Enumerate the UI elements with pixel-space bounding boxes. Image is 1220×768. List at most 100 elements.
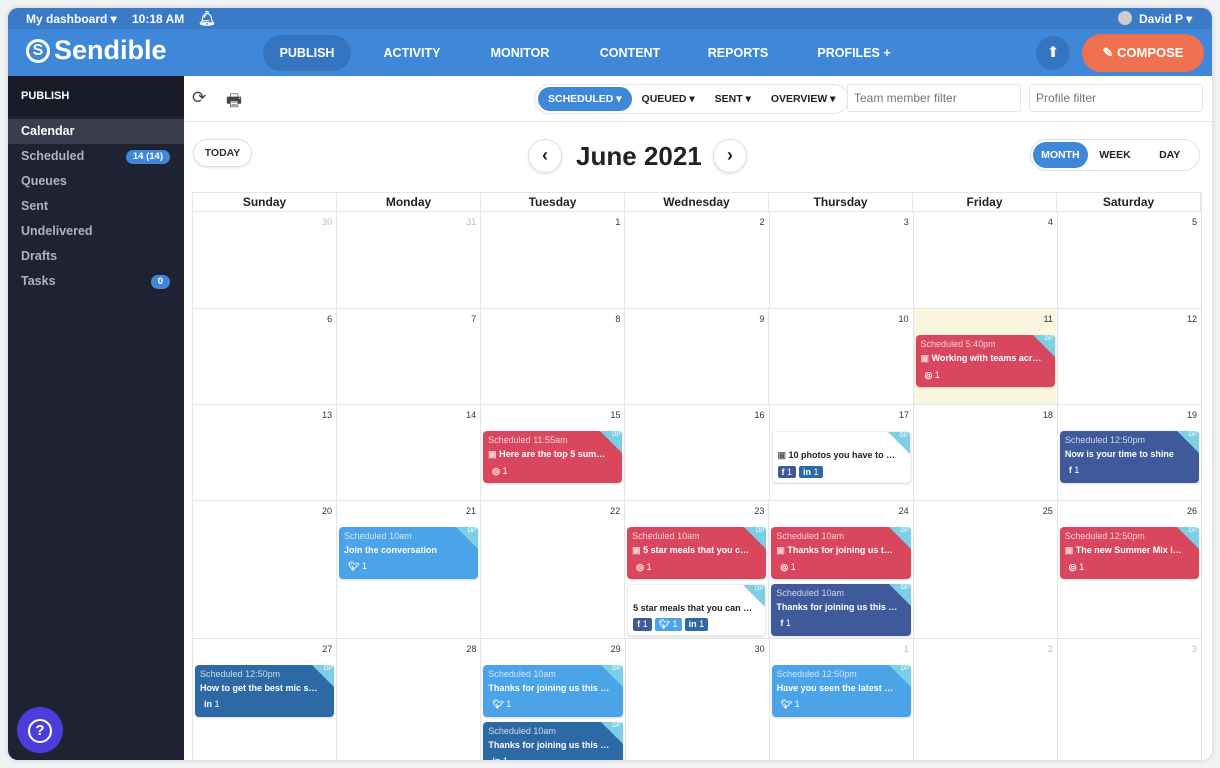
day-cell[interactable]: 25 (913, 501, 1058, 639)
day-number: 22 (610, 506, 621, 516)
day-cell[interactable]: 22 (481, 501, 626, 639)
scheduled-post[interactable]: DP Scheduled 10am Thanks for joining us th… (483, 665, 623, 717)
view-day[interactable]: DAY (1142, 142, 1197, 168)
bell-icon[interactable]: 🔔︎ (198, 10, 216, 27)
day-cell[interactable]: 29 DP Scheduled 10am Thanks for joining us … (481, 639, 626, 760)
scheduled-post[interactable]: DP 5 star meals that you can ma... f 1 🐦︎ 1… (627, 584, 767, 636)
scheduled-post[interactable]: DP Scheduled 12:50pm Have you seen the lat… (771, 665, 911, 717)
day-cell[interactable]: 19 DP Scheduled 12:50pm Now is your time to… (1057, 405, 1202, 501)
day-number: 21 (466, 506, 477, 516)
prev-month-button[interactable]: ‹ (528, 139, 562, 173)
nav-profiles[interactable]: PROFILES + (804, 35, 904, 71)
help-button[interactable]: ? (17, 707, 63, 753)
day-cell[interactable]: 15 DP Scheduled 11:55am ▣ Here are the top … (481, 405, 626, 501)
nav-content[interactable]: CONTENT (586, 35, 674, 71)
post-time: 12:50pm (1109, 435, 1145, 445)
day-number: 23 (754, 506, 765, 516)
day-cell[interactable]: 10 (769, 309, 914, 405)
scheduled-post[interactable]: DP Scheduled 12:50pm Now is your time to s… (1059, 431, 1199, 483)
day-cell[interactable]: 5 (1057, 212, 1202, 309)
avatar[interactable] (1118, 11, 1132, 25)
day-cell[interactable]: 26 DP Scheduled 12:50pm ▣ The new Summer Mi… (1057, 501, 1203, 639)
day-cell[interactable]: 8 (481, 309, 626, 405)
day-cell[interactable]: 3 (769, 212, 914, 309)
day-cell[interactable]: 11 DP Scheduled 5:40pm ▣ Working with teams… (913, 309, 1058, 405)
day-number: 30 (754, 644, 765, 654)
compose-button[interactable]: ✎ COMPOSE (1082, 34, 1204, 72)
day-cell[interactable]: 2 (914, 639, 1058, 760)
scheduled-post[interactable]: DP Scheduled 11:55am ▣ Here are the top 5 … (483, 431, 623, 483)
today-button[interactable]: TODAY (193, 139, 252, 167)
day-cell[interactable]: 6 (193, 309, 338, 405)
filter-overview[interactable]: OVERVIEW ▾ (761, 87, 846, 111)
logo[interactable]: S Sendible (26, 35, 167, 66)
nav-reports[interactable]: REPORTS (694, 35, 782, 71)
day-cell[interactable]: 23 DP Scheduled 10am ▣ 5 star meals that yo… (625, 501, 770, 639)
day-cell[interactable]: 17 DP ▣ 10 photos you have to see... f 1 in … (769, 405, 914, 501)
view-week[interactable]: WEEK (1088, 142, 1143, 168)
day-cell[interactable]: 1 DP Scheduled 12:50pm Have you seen the la… (770, 639, 914, 760)
scheduled-post[interactable]: DP Scheduled 10am ▣ Thanks for joining us … (771, 527, 911, 579)
calendar-grid: Sunday Monday Tuesday Wednesday Thursday… (192, 192, 1203, 760)
day-cell[interactable]: 2 (625, 212, 770, 309)
dashboard-dropdown[interactable]: My dashboard ▾ (26, 12, 117, 26)
nav-publish[interactable]: PUBLISH (263, 35, 351, 71)
day-cell[interactable]: 16 (625, 405, 770, 501)
user-menu[interactable]: David P ▾ (1139, 12, 1192, 26)
sidebar-item-undelivered[interactable]: Undelivered (8, 219, 184, 244)
day-number: 2 (1047, 644, 1053, 654)
day-cell[interactable]: 31 (337, 212, 482, 309)
next-month-button[interactable]: › (713, 139, 747, 173)
scheduled-post[interactable]: DP Scheduled 12:50pm ▣ The new Summer Mix … (1059, 527, 1200, 579)
day-cell[interactable]: 21 DP Scheduled 10am Join the conversation 🐦… (337, 501, 482, 639)
day-cell[interactable]: 7 (337, 309, 482, 405)
scheduled-post[interactable]: DP ▣ 10 photos you have to see... f 1 in 1 (771, 431, 911, 483)
scheduled-post[interactable]: DP Scheduled 5:40pm ▣ Working with teams a… (915, 335, 1055, 387)
day-cell[interactable]: 4 (913, 212, 1058, 309)
profile-filter-input[interactable] (1029, 84, 1203, 112)
nav-monitor[interactable]: MONITOR (476, 35, 564, 71)
day-cell[interactable]: 28 (337, 639, 482, 760)
sidebar-item-drafts[interactable]: Drafts (8, 244, 184, 269)
day-cell[interactable]: 12 (1057, 309, 1202, 405)
filter-sent[interactable]: SENT ▾ (705, 87, 761, 111)
day-cell[interactable]: 3 (1058, 639, 1203, 760)
scheduled-post[interactable]: DP Scheduled 10am ▣ 5 star meals that you … (627, 527, 767, 579)
view-month[interactable]: MONTH (1033, 142, 1088, 168)
nav-activity[interactable]: ACTIVITY (368, 35, 456, 71)
post-status: Scheduled 10am (776, 588, 905, 598)
sidebar-item-calendar[interactable]: Calendar (8, 119, 184, 144)
sidebar-item-scheduled[interactable]: Scheduled 14 (14) (8, 144, 184, 169)
day-cell[interactable]: 20 (193, 501, 338, 639)
day-cell[interactable]: 1 (481, 212, 626, 309)
day-cell[interactable]: 24 DP Scheduled 10am ▣ Thanks for joining u… (769, 501, 914, 639)
scheduled-post[interactable]: DP Scheduled 12:50pm How to get the best m… (195, 665, 335, 717)
filter-scheduled[interactable]: SCHEDULED ▾ (538, 87, 632, 111)
scheduled-post[interactable]: DP Scheduled 10am Thanks for joining us th… (771, 584, 911, 636)
day-cell[interactable]: 13 (193, 405, 338, 501)
day-cell[interactable]: 9 (625, 309, 770, 405)
post-networks: 🐦︎ 1 (344, 560, 473, 573)
weekday-label: Monday (337, 193, 481, 211)
post-status: Scheduled 12:50pm (1065, 531, 1194, 541)
day-cell[interactable]: 18 (913, 405, 1058, 501)
day-cell[interactable]: 30 (626, 639, 770, 760)
clock: 10:18 AM (132, 12, 185, 26)
day-cell[interactable]: 14 (337, 405, 482, 501)
scheduled-post[interactable]: DP Scheduled 10am Join the conversation 🐦︎ … (339, 527, 479, 579)
team-member-filter-input[interactable] (847, 84, 1021, 112)
sidebar-item-queues[interactable]: Queues (8, 169, 184, 194)
network-badge-linkedin: in 1 (488, 755, 512, 760)
post-time: 10am (821, 531, 844, 541)
refresh-icon[interactable]: ⟳ (192, 88, 206, 108)
day-cell[interactable]: 27 DP Scheduled 12:50pm How to get the best… (193, 639, 338, 760)
filter-queued[interactable]: QUEUED ▾ (632, 87, 705, 111)
day-number: 6 (327, 314, 333, 324)
sidebar-item-tasks[interactable]: Tasks 0 (8, 269, 184, 294)
upload-icon[interactable]: ⬆ (1036, 36, 1070, 70)
sidebar-item-sent[interactable]: Sent (8, 194, 184, 219)
scheduled-post[interactable]: DP Scheduled 10am Thanks for joining us th… (483, 722, 623, 760)
post-title: Thanks for joining us this we... (488, 683, 617, 693)
print-icon[interactable]: 🖶 (226, 88, 242, 117)
day-cell[interactable]: 30 (193, 212, 338, 309)
